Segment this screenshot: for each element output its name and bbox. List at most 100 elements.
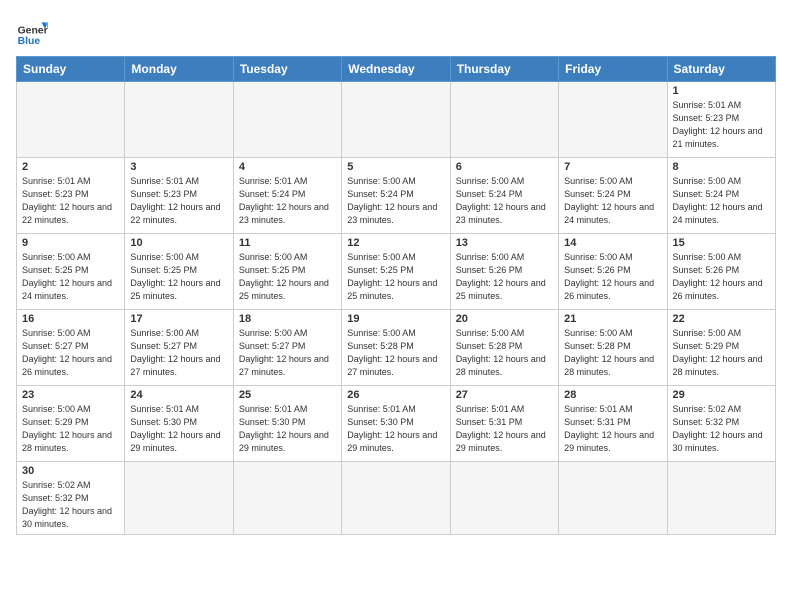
calendar-cell: 21 Sunrise: 5:00 AMSunset: 5:28 PMDaylig… [559, 310, 667, 386]
calendar-week-6: 30 Sunrise: 5:02 AMSunset: 5:32 PMDaylig… [17, 462, 776, 535]
day-number: 10 [130, 237, 227, 249]
calendar-cell: 6 Sunrise: 5:00 AMSunset: 5:24 PMDayligh… [450, 158, 558, 234]
day-number: 1 [673, 85, 770, 97]
day-number: 5 [347, 161, 444, 173]
day-number: 19 [347, 313, 444, 325]
day-info: Sunrise: 5:02 AMSunset: 5:32 PMDaylight:… [22, 480, 112, 529]
logo-icon: General Blue [16, 16, 48, 48]
calendar-cell: 2 Sunrise: 5:01 AMSunset: 5:23 PMDayligh… [17, 158, 125, 234]
calendar-cell: 5 Sunrise: 5:00 AMSunset: 5:24 PMDayligh… [342, 158, 450, 234]
day-info: Sunrise: 5:00 AMSunset: 5:25 PMDaylight:… [22, 252, 112, 301]
calendar-cell: 9 Sunrise: 5:00 AMSunset: 5:25 PMDayligh… [17, 234, 125, 310]
calendar-cell: 1 Sunrise: 5:01 AMSunset: 5:23 PMDayligh… [667, 82, 775, 158]
day-number: 26 [347, 389, 444, 401]
calendar-cell: 30 Sunrise: 5:02 AMSunset: 5:32 PMDaylig… [17, 462, 125, 535]
header-sunday: Sunday [17, 57, 125, 82]
calendar-cell: 18 Sunrise: 5:00 AMSunset: 5:27 PMDaylig… [233, 310, 341, 386]
day-number: 17 [130, 313, 227, 325]
calendar-cell [125, 82, 233, 158]
day-info: Sunrise: 5:00 AMSunset: 5:24 PMDaylight:… [456, 176, 546, 225]
day-info: Sunrise: 5:01 AMSunset: 5:30 PMDaylight:… [347, 404, 437, 453]
calendar-cell: 20 Sunrise: 5:00 AMSunset: 5:28 PMDaylig… [450, 310, 558, 386]
calendar-cell [342, 82, 450, 158]
day-info: Sunrise: 5:00 AMSunset: 5:28 PMDaylight:… [456, 328, 546, 377]
day-info: Sunrise: 5:01 AMSunset: 5:23 PMDaylight:… [673, 100, 763, 149]
day-info: Sunrise: 5:01 AMSunset: 5:30 PMDaylight:… [239, 404, 329, 453]
calendar-cell [342, 462, 450, 535]
page: General Blue Sunday Monday Tuesday Wedne… [0, 0, 792, 612]
day-number: 7 [564, 161, 661, 173]
calendar-cell: 24 Sunrise: 5:01 AMSunset: 5:30 PMDaylig… [125, 386, 233, 462]
day-info: Sunrise: 5:00 AMSunset: 5:24 PMDaylight:… [673, 176, 763, 225]
calendar-cell: 14 Sunrise: 5:00 AMSunset: 5:26 PMDaylig… [559, 234, 667, 310]
day-info: Sunrise: 5:01 AMSunset: 5:24 PMDaylight:… [239, 176, 329, 225]
calendar-week-2: 2 Sunrise: 5:01 AMSunset: 5:23 PMDayligh… [17, 158, 776, 234]
day-number: 9 [22, 237, 119, 249]
day-info: Sunrise: 5:01 AMSunset: 5:31 PMDaylight:… [456, 404, 546, 453]
logo: General Blue [16, 16, 48, 48]
day-number: 2 [22, 161, 119, 173]
day-info: Sunrise: 5:00 AMSunset: 5:25 PMDaylight:… [239, 252, 329, 301]
day-info: Sunrise: 5:00 AMSunset: 5:24 PMDaylight:… [564, 176, 654, 225]
day-number: 6 [456, 161, 553, 173]
calendar-cell [450, 462, 558, 535]
day-number: 24 [130, 389, 227, 401]
day-number: 30 [22, 465, 119, 477]
calendar-cell [233, 462, 341, 535]
calendar-cell: 16 Sunrise: 5:00 AMSunset: 5:27 PMDaylig… [17, 310, 125, 386]
svg-text:Blue: Blue [18, 36, 41, 47]
day-info: Sunrise: 5:00 AMSunset: 5:29 PMDaylight:… [22, 404, 112, 453]
calendar-cell: 8 Sunrise: 5:00 AMSunset: 5:24 PMDayligh… [667, 158, 775, 234]
calendar-cell: 26 Sunrise: 5:01 AMSunset: 5:30 PMDaylig… [342, 386, 450, 462]
day-number: 16 [22, 313, 119, 325]
day-number: 28 [564, 389, 661, 401]
calendar-cell: 12 Sunrise: 5:00 AMSunset: 5:25 PMDaylig… [342, 234, 450, 310]
calendar-week-1: 1 Sunrise: 5:01 AMSunset: 5:23 PMDayligh… [17, 82, 776, 158]
calendar-cell: 15 Sunrise: 5:00 AMSunset: 5:26 PMDaylig… [667, 234, 775, 310]
calendar-week-4: 16 Sunrise: 5:00 AMSunset: 5:27 PMDaylig… [17, 310, 776, 386]
day-number: 20 [456, 313, 553, 325]
day-info: Sunrise: 5:00 AMSunset: 5:26 PMDaylight:… [673, 252, 763, 301]
calendar: Sunday Monday Tuesday Wednesday Thursday… [16, 56, 776, 535]
calendar-cell: 7 Sunrise: 5:00 AMSunset: 5:24 PMDayligh… [559, 158, 667, 234]
day-info: Sunrise: 5:00 AMSunset: 5:28 PMDaylight:… [564, 328, 654, 377]
day-number: 14 [564, 237, 661, 249]
day-number: 8 [673, 161, 770, 173]
day-info: Sunrise: 5:00 AMSunset: 5:24 PMDaylight:… [347, 176, 437, 225]
day-info: Sunrise: 5:00 AMSunset: 5:28 PMDaylight:… [347, 328, 437, 377]
header-thursday: Thursday [450, 57, 558, 82]
day-info: Sunrise: 5:02 AMSunset: 5:32 PMDaylight:… [673, 404, 763, 453]
day-info: Sunrise: 5:00 AMSunset: 5:29 PMDaylight:… [673, 328, 763, 377]
day-number: 23 [22, 389, 119, 401]
weekday-header-row: Sunday Monday Tuesday Wednesday Thursday… [17, 57, 776, 82]
calendar-cell: 3 Sunrise: 5:01 AMSunset: 5:23 PMDayligh… [125, 158, 233, 234]
day-info: Sunrise: 5:00 AMSunset: 5:27 PMDaylight:… [22, 328, 112, 377]
calendar-week-3: 9 Sunrise: 5:00 AMSunset: 5:25 PMDayligh… [17, 234, 776, 310]
calendar-cell [450, 82, 558, 158]
calendar-cell: 23 Sunrise: 5:00 AMSunset: 5:29 PMDaylig… [17, 386, 125, 462]
calendar-cell [17, 82, 125, 158]
calendar-cell: 4 Sunrise: 5:01 AMSunset: 5:24 PMDayligh… [233, 158, 341, 234]
day-info: Sunrise: 5:00 AMSunset: 5:26 PMDaylight:… [456, 252, 546, 301]
calendar-week-5: 23 Sunrise: 5:00 AMSunset: 5:29 PMDaylig… [17, 386, 776, 462]
day-number: 29 [673, 389, 770, 401]
day-number: 21 [564, 313, 661, 325]
calendar-cell: 25 Sunrise: 5:01 AMSunset: 5:30 PMDaylig… [233, 386, 341, 462]
calendar-cell: 19 Sunrise: 5:00 AMSunset: 5:28 PMDaylig… [342, 310, 450, 386]
day-info: Sunrise: 5:01 AMSunset: 5:31 PMDaylight:… [564, 404, 654, 453]
day-info: Sunrise: 5:01 AMSunset: 5:30 PMDaylight:… [130, 404, 220, 453]
calendar-cell [125, 462, 233, 535]
day-info: Sunrise: 5:00 AMSunset: 5:27 PMDaylight:… [130, 328, 220, 377]
calendar-cell: 11 Sunrise: 5:00 AMSunset: 5:25 PMDaylig… [233, 234, 341, 310]
header-friday: Friday [559, 57, 667, 82]
svg-text:General: General [18, 26, 48, 37]
day-number: 12 [347, 237, 444, 249]
calendar-cell: 22 Sunrise: 5:00 AMSunset: 5:29 PMDaylig… [667, 310, 775, 386]
calendar-cell [559, 82, 667, 158]
calendar-cell [667, 462, 775, 535]
day-info: Sunrise: 5:01 AMSunset: 5:23 PMDaylight:… [22, 176, 112, 225]
calendar-cell: 29 Sunrise: 5:02 AMSunset: 5:32 PMDaylig… [667, 386, 775, 462]
day-info: Sunrise: 5:00 AMSunset: 5:27 PMDaylight:… [239, 328, 329, 377]
day-info: Sunrise: 5:00 AMSunset: 5:25 PMDaylight:… [130, 252, 220, 301]
day-number: 25 [239, 389, 336, 401]
